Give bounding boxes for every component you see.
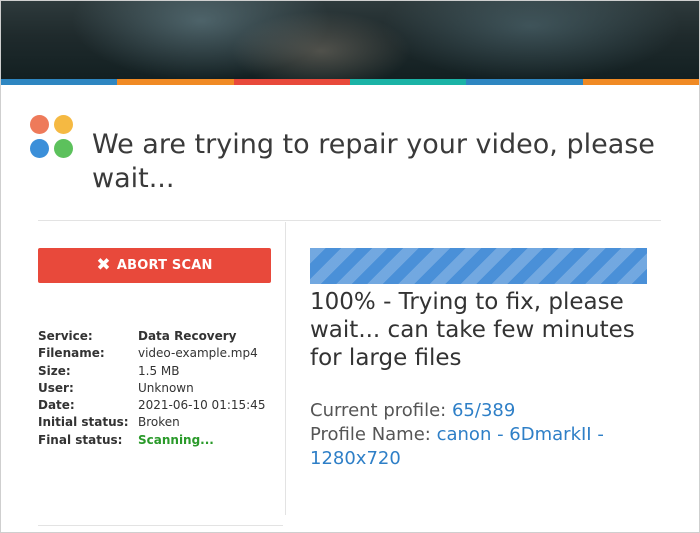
divider bbox=[38, 525, 283, 526]
abort-scan-button[interactable]: ✖ ABORT SCAN bbox=[38, 248, 271, 283]
progress-fill bbox=[310, 248, 647, 284]
info-row-filename: Filename: video-example.mp4 bbox=[38, 345, 265, 362]
final-status-value: Scanning... bbox=[138, 432, 214, 447]
initial-status-label: Initial status: bbox=[38, 415, 129, 430]
info-row-initial-status: Initial status: Broken bbox=[38, 414, 265, 431]
info-row-user: User: Unknown bbox=[38, 380, 265, 397]
logo-dot bbox=[54, 139, 73, 158]
logo-dot bbox=[30, 115, 49, 134]
service-value: Data Recovery bbox=[138, 329, 237, 343]
size-label: Size: bbox=[38, 363, 71, 378]
profile-name-line: Profile Name: canon - 6DmarkII - 1280x72… bbox=[310, 423, 670, 471]
scan-info-list: Service: Data Recovery Filename: video-e… bbox=[38, 328, 265, 449]
stripe-segment bbox=[1, 79, 118, 85]
abort-scan-label: ABORT SCAN bbox=[116, 258, 213, 273]
final-status-label: Final status: bbox=[38, 432, 123, 447]
info-row-service: Service: Data Recovery bbox=[38, 328, 265, 345]
filename-label: Filename: bbox=[38, 346, 105, 361]
header-banner-image bbox=[1, 1, 699, 79]
app-logo-icon bbox=[30, 115, 76, 161]
date-value: 2021-06-10 01:15:45 bbox=[138, 398, 266, 413]
stripe-segment bbox=[349, 79, 467, 85]
repair-progress-bar bbox=[310, 248, 647, 284]
column-divider bbox=[285, 222, 286, 515]
progress-status-text: 100% - Trying to fix, please wait... can… bbox=[310, 289, 635, 371]
service-label: Service: bbox=[38, 329, 93, 343]
info-row-final-status: Final status: Scanning... bbox=[38, 432, 265, 449]
current-profile-line: Current profile: 65/389 bbox=[310, 399, 670, 423]
current-profile-label: Current profile: bbox=[310, 400, 447, 421]
size-value: 1.5 MB bbox=[138, 363, 180, 378]
logo-dot bbox=[54, 115, 73, 134]
profile-info: Current profile: 65/389 Profile Name: ca… bbox=[310, 399, 670, 471]
info-row-size: Size: 1.5 MB bbox=[38, 363, 265, 380]
filename-value: video-example.mp4 bbox=[138, 346, 258, 361]
profile-name-label: Profile Name: bbox=[310, 424, 431, 445]
initial-status-value: Broken bbox=[138, 415, 180, 430]
date-label: Date: bbox=[38, 398, 75, 413]
stripe-segment bbox=[466, 79, 583, 85]
page-title: We are trying to repair your video, plea… bbox=[92, 129, 655, 194]
stripe-segment bbox=[117, 79, 234, 85]
user-label: User: bbox=[38, 380, 74, 395]
user-value: Unknown bbox=[138, 380, 194, 395]
info-row-date: Date: 2021-06-10 01:15:45 bbox=[38, 397, 265, 414]
close-icon: ✖ bbox=[96, 255, 111, 275]
stripe-segment bbox=[582, 79, 699, 85]
divider bbox=[38, 220, 661, 221]
current-profile-value: 65/389 bbox=[451, 400, 516, 421]
logo-dot bbox=[30, 139, 49, 158]
stripe-segment bbox=[233, 79, 350, 85]
color-stripe bbox=[1, 79, 699, 85]
